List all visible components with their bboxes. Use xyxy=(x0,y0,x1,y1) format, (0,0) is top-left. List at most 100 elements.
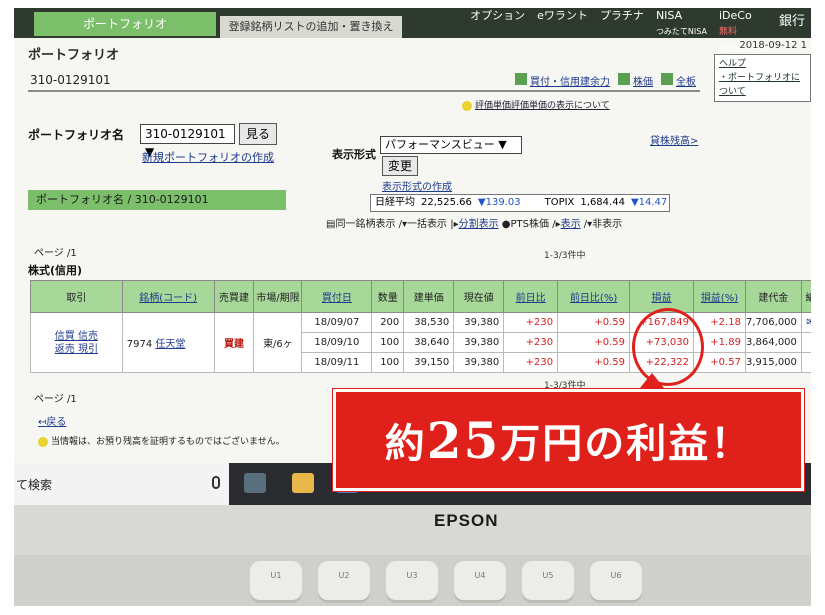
stock-price-icon xyxy=(618,73,630,85)
show-toggle[interactable]: 表示 xyxy=(561,219,581,230)
nikkei-value: 22,525.66 xyxy=(421,197,472,208)
key-u4: U4 xyxy=(454,561,506,603)
topix-change: ▼14.47 xyxy=(630,197,668,208)
help-box: ヘルプ ・ポートフォリオについて xyxy=(714,54,811,102)
display-format-select[interactable]: パフォーマンスビュー ▼ xyxy=(380,136,522,154)
callout-post: 万円の利益！ xyxy=(500,420,753,467)
stock-cell: 7974 任天堂 xyxy=(121,312,215,373)
page-indicator: ページ /1 xyxy=(34,248,77,259)
portfolio-select[interactable]: 310-0129101 ▼ xyxy=(140,124,235,159)
key-u6: U6 xyxy=(590,561,642,603)
tab-watchlist-edit[interactable]: 登録銘柄リストの追加・置き換え xyxy=(220,16,402,38)
current-price: 39,380 xyxy=(453,312,505,333)
day-change-pct: +0.59 xyxy=(557,332,631,353)
margin-buy-link[interactable]: 信買 xyxy=(55,331,75,342)
valuation-hint[interactable]: 評価単価評価単価の表示について xyxy=(462,98,610,111)
market-cell: 東/6ヶ xyxy=(253,312,303,373)
delivery-link[interactable]: 現引 xyxy=(78,344,98,355)
tab-bar: ポートフォリオ 登録銘柄リストの追加・置き換え オプション eワラント プラチナ… xyxy=(14,8,811,52)
page-title: ポートフォリオ xyxy=(28,48,120,63)
day-change: +230 xyxy=(503,312,559,333)
pts-price-label: PTS株価 xyxy=(510,219,550,230)
col-current: 現在値 xyxy=(453,280,505,313)
buying-power-link[interactable]: 買付・信用建余力 xyxy=(515,73,610,88)
key-u3: U3 xyxy=(386,561,438,603)
new-portfolio-link[interactable]: 新規ポートフォリオの作成 xyxy=(142,149,274,165)
callout-text: 約 25 万円の利益！ xyxy=(336,392,801,488)
portfolio-name-label: ポートフォリオ名 xyxy=(28,128,125,142)
same-stock-toggle[interactable]: 同一銘柄表示 xyxy=(335,219,395,230)
nav-nisa-label: NISA xyxy=(655,9,683,22)
help-link[interactable]: ヘルプ xyxy=(719,57,806,71)
quantity: 100 xyxy=(371,332,405,353)
back-link[interactable]: ↤戻る xyxy=(38,413,66,428)
col-stock[interactable]: 銘柄(コード) xyxy=(121,280,215,313)
empty-cell xyxy=(800,352,811,373)
side-cell: 買建 xyxy=(213,312,255,373)
task-view-icon[interactable] xyxy=(244,473,266,493)
monitor-bezel xyxy=(14,505,811,555)
empty-cell xyxy=(800,332,811,353)
company-link[interactable]: 任天堂 xyxy=(155,339,185,350)
margin-sell-link[interactable]: 信売 xyxy=(78,331,98,342)
about-portfolio-link[interactable]: ・ポートフォリオについて xyxy=(719,71,806,99)
view-button[interactable]: 見る xyxy=(239,123,277,145)
cost-price: 38,530 xyxy=(403,312,455,333)
position-amount: 7,706,000 xyxy=(744,312,802,333)
topix-label: TOPIX xyxy=(544,197,575,208)
profit-loss-pct: +2.18 xyxy=(693,312,746,333)
market-index-box: 日経平均 22,525.66 ▼139.03 TOPIX 1,684.44 ▼1… xyxy=(370,194,670,212)
search-text: て検索 xyxy=(16,478,53,492)
mail-icon[interactable]: ✉ xyxy=(800,312,811,333)
create-format-link[interactable]: 表示形式の作成 xyxy=(382,178,452,193)
position-amount: 3,864,000 xyxy=(744,332,802,353)
bulk-display-toggle[interactable]: 一括表示 xyxy=(407,219,447,230)
col-date[interactable]: 買付日 xyxy=(301,280,373,313)
stock-price-link[interactable]: 株価 xyxy=(618,73,653,88)
key-u2: U2 xyxy=(318,561,370,603)
hide-toggle[interactable]: 非表示 xyxy=(592,219,622,230)
split-display-toggle[interactable]: 分割表示 xyxy=(459,219,499,230)
col-trade: 取引 xyxy=(30,280,123,313)
day-change-pct: +0.59 xyxy=(557,312,631,333)
help-links: ヘルプ ・ポートフォリオについて xyxy=(714,54,811,102)
info-icon xyxy=(38,436,48,447)
buy-date: 18/09/11 xyxy=(301,352,373,373)
position-amount: 3,915,000 xyxy=(744,352,802,373)
buy-date: 18/09/07 xyxy=(301,312,373,333)
lending-balance-link[interactable]: 貸株残高> xyxy=(650,132,698,147)
tab-portfolio[interactable]: ポートフォリオ xyxy=(34,12,216,36)
full-board-icon xyxy=(661,73,673,85)
page-indicator-bottom: ページ /1 xyxy=(34,394,77,405)
section-title: 株式(信用) xyxy=(28,264,83,277)
day-change: +230 xyxy=(503,352,559,373)
key-u1: U1 xyxy=(250,561,302,603)
col-side: 売買建 xyxy=(213,280,255,313)
display-format-label: 表示形式 xyxy=(332,148,376,161)
page-header: ポートフォリオ 2018-09-12 1 xyxy=(14,38,811,72)
quantity: 100 xyxy=(371,352,405,373)
full-board-link[interactable]: 全板 xyxy=(661,73,696,88)
change-button[interactable]: 変更 xyxy=(382,156,418,176)
buying-power-icon xyxy=(515,73,527,85)
cost-price: 38,640 xyxy=(403,332,455,353)
col-change[interactable]: 前日比 xyxy=(503,280,559,313)
day-change: +230 xyxy=(503,332,559,353)
account-links: 買付・信用建余力 株価 全板 xyxy=(515,73,696,88)
stock-code: 7974 xyxy=(126,339,153,350)
nikkei-change: ▼139.03 xyxy=(477,197,521,208)
col-change-pct[interactable]: 前日比(%) xyxy=(557,280,631,313)
col-cost-price: 建単価 xyxy=(403,280,455,313)
col-pl-pct[interactable]: 損益(%) xyxy=(693,280,746,313)
account-bar: 310-0129101 買付・信用建余力 株価 全板 xyxy=(28,70,700,92)
col-amount: 建代金 xyxy=(744,280,802,313)
explorer-icon[interactable] xyxy=(292,473,314,493)
microphone-icon[interactable] xyxy=(212,476,220,489)
col-edit: 編 xyxy=(800,280,811,313)
portfolio-name-bar: ポートフォリオ名 / 310-0129101 xyxy=(28,190,286,210)
date-text: 2018-09-12 1 xyxy=(739,40,807,51)
current-price: 39,380 xyxy=(453,332,505,353)
quantity: 200 xyxy=(371,312,405,333)
close-sell-link[interactable]: 返売 xyxy=(55,344,75,355)
taskbar-search[interactable]: て検索 xyxy=(14,463,229,505)
